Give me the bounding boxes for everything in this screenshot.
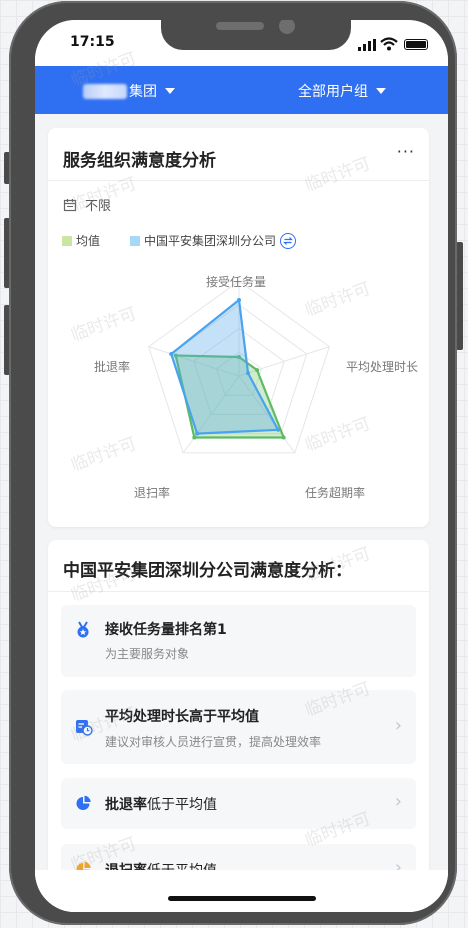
caret-down-icon [376,88,386,94]
insight-item: 接收任务量排名第1 为主要服务对象 [61,605,416,677]
caret-down-icon [165,88,175,94]
user-group-label: 全部用户组 [298,84,368,100]
org-selector-label: 集团 [129,84,157,100]
axis-label-overdue-rate: 任务超期率 [305,486,366,500]
radar-point [237,298,241,302]
pie-chart-icon [76,795,91,810]
org-selector[interactable]: 集团 [83,81,175,101]
insight-title: 接收任务量排名第1 [105,622,227,638]
radar-series-company [169,297,280,435]
battery-icon [404,39,428,50]
user-group-selector[interactable]: 全部用户组 [298,81,386,101]
legend-label-mean: 均值 [76,234,101,248]
radar-point [255,368,260,373]
home-indicator [168,896,316,901]
radar-point [192,435,197,440]
insight-subtitle: 建议对审核人员进行宣贯，提高处理效率 [105,735,322,749]
axis-label-avg-handle-time: 平均处理时长 [346,360,419,374]
status-time: 17:15 [70,34,115,50]
legend-swatch-company [130,235,141,246]
legend-swatch-mean [62,235,72,246]
insight-title-strong: 批退率 [105,797,147,813]
radar-point [169,351,174,356]
axis-label-rescan-rate: 退扫率 [134,486,171,500]
swap-icon[interactable] [280,232,297,249]
chevron-right-icon: › [394,791,402,812]
axis-label-rejection-rate: 批退率 [94,360,131,374]
insight-title: 批退率低于平均值 [105,794,217,814]
chart-legend: 均值 中国平安集团深圳分公司 [62,232,297,249]
power-button [456,242,463,350]
wifi-icon [380,37,398,51]
axis-label-accepted-tasks: 接受任务量 [206,275,267,289]
camera [279,20,295,34]
screen: 17:15 集团 全部用户组 服务组织满意度分析 ··· 不限 均值 中国平安集… [35,20,448,912]
medal-icon [77,621,89,638]
radar-point [195,431,200,436]
phone-frame: 17:15 集团 全部用户组 服务组织满意度分析 ··· 不限 均值 中国平安集… [9,1,457,925]
notch [161,20,351,50]
speaker [216,22,264,30]
chevron-right-icon: › [394,715,402,736]
insight-subtitle: 为主要服务对象 [105,647,190,661]
redacted-org-name [83,83,127,99]
bottom-safe-area [35,870,448,912]
radar-point [276,427,281,432]
more-icon[interactable]: ··· [397,142,415,161]
radar-point [281,435,286,440]
radar-point [246,371,251,376]
insight-title-suffix: 低于平均值 [147,797,217,813]
card-title: 服务组织满意度分析 [63,151,216,171]
signal-icon [358,39,376,51]
legend-label-company: 中国平安集团深圳分公司 [144,234,277,248]
